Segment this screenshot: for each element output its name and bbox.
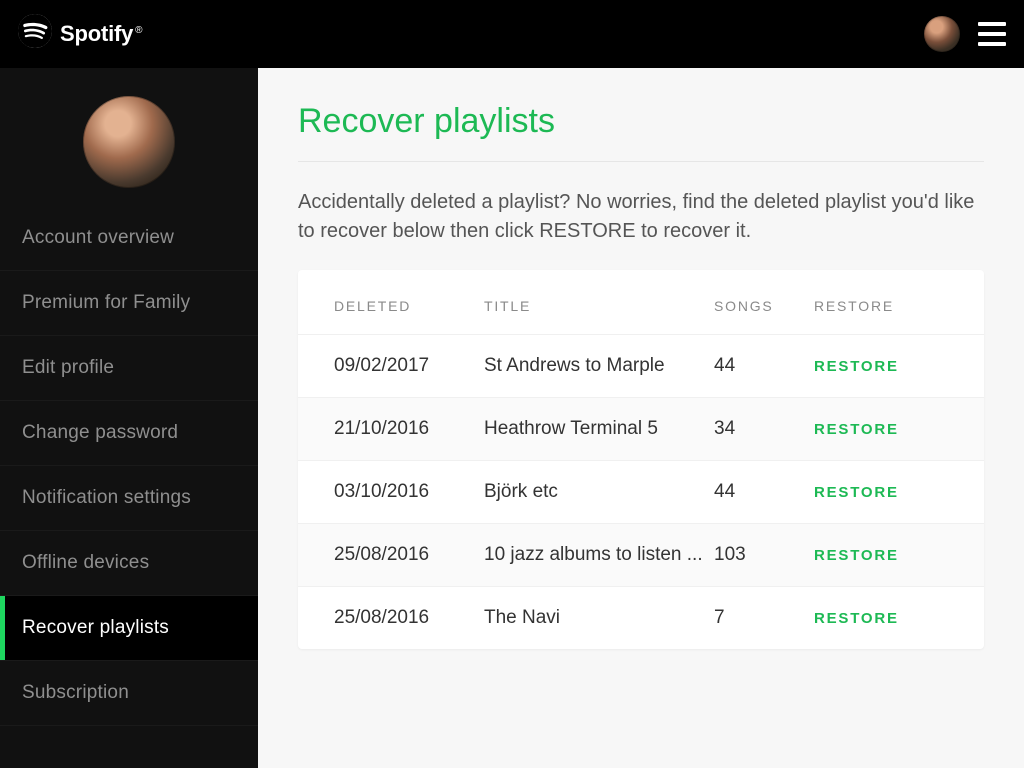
- sidebar-item-notification-settings[interactable]: Notification settings: [0, 466, 258, 531]
- table-row: 21/10/2016 Heathrow Terminal 5 34 RESTOR…: [298, 397, 984, 460]
- sidebar-item-recover-playlists[interactable]: Recover playlists: [0, 596, 258, 661]
- table-row: 25/08/2016 The Navi 7 RESTORE: [298, 586, 984, 649]
- brand-name: Spotify®: [60, 21, 142, 47]
- avatar[interactable]: [83, 96, 175, 188]
- cell-songs: 34: [714, 418, 814, 440]
- sidebar-item-subscription[interactable]: Subscription: [0, 661, 258, 726]
- main-content: Recover playlists Accidentally deleted a…: [258, 68, 1024, 768]
- table-header: DELETED TITLE SONGS RESTORE: [298, 278, 984, 334]
- col-header-title: TITLE: [484, 298, 714, 314]
- sidebar-item-label: Premium for Family: [22, 292, 190, 314]
- cell-songs: 7: [714, 607, 814, 629]
- cell-deleted: 03/10/2016: [334, 481, 484, 503]
- avatar[interactable]: [924, 16, 960, 52]
- sidebar-item-label: Offline devices: [22, 552, 149, 574]
- cell-deleted: 09/02/2017: [334, 355, 484, 377]
- sidebar-item-label: Notification settings: [22, 487, 191, 509]
- sidebar-avatar-wrap: [0, 68, 258, 206]
- table-row: 03/10/2016 Björk etc 44 RESTORE: [298, 460, 984, 523]
- sidebar-item-edit-profile[interactable]: Edit profile: [0, 336, 258, 401]
- cell-songs: 44: [714, 481, 814, 503]
- sidebar-item-premium-for-family[interactable]: Premium for Family: [0, 271, 258, 336]
- page-description: Accidentally deleted a playlist? No worr…: [298, 188, 984, 246]
- sidebar-item-account-overview[interactable]: Account overview: [0, 206, 258, 271]
- spotify-logo-icon: [18, 14, 52, 54]
- sidebar-item-label: Edit profile: [22, 357, 114, 379]
- cell-title: The Navi: [484, 607, 714, 629]
- col-header-restore: RESTORE: [814, 298, 948, 314]
- header-right: [924, 16, 1006, 52]
- sidebar-item-label: Recover playlists: [22, 617, 169, 639]
- sidebar-item-label: Account overview: [22, 227, 174, 249]
- sidebar-item-label: Subscription: [22, 682, 129, 704]
- brand[interactable]: Spotify®: [18, 14, 142, 54]
- cell-title: Heathrow Terminal 5: [484, 418, 714, 440]
- col-header-deleted: DELETED: [334, 298, 484, 314]
- restore-button[interactable]: RESTORE: [814, 421, 948, 438]
- cell-title: Björk etc: [484, 481, 714, 503]
- sidebar-nav: Account overview Premium for Family Edit…: [0, 206, 258, 726]
- cell-deleted: 25/08/2016: [334, 607, 484, 629]
- sidebar-item-label: Change password: [22, 422, 178, 444]
- sidebar-item-offline-devices[interactable]: Offline devices: [0, 531, 258, 596]
- cell-songs: 103: [714, 544, 814, 566]
- cell-deleted: 25/08/2016: [334, 544, 484, 566]
- page-title: Recover playlists: [298, 102, 984, 162]
- cell-title: St Andrews to Marple: [484, 355, 714, 377]
- app-header: Spotify®: [0, 0, 1024, 68]
- restore-button[interactable]: RESTORE: [814, 484, 948, 501]
- sidebar-item-change-password[interactable]: Change password: [0, 401, 258, 466]
- table-row: 09/02/2017 St Andrews to Marple 44 RESTO…: [298, 334, 984, 397]
- menu-icon[interactable]: [978, 22, 1006, 46]
- restore-button[interactable]: RESTORE: [814, 358, 948, 375]
- table-row: 25/08/2016 10 jazz albums to listen ... …: [298, 523, 984, 586]
- col-header-songs: SONGS: [714, 298, 814, 314]
- restore-button[interactable]: RESTORE: [814, 610, 948, 627]
- cell-songs: 44: [714, 355, 814, 377]
- cell-title: 10 jazz albums to listen ...: [484, 544, 714, 566]
- sidebar: Account overview Premium for Family Edit…: [0, 68, 258, 768]
- cell-deleted: 21/10/2016: [334, 418, 484, 440]
- playlists-table: DELETED TITLE SONGS RESTORE 09/02/2017 S…: [298, 270, 984, 649]
- restore-button[interactable]: RESTORE: [814, 547, 948, 564]
